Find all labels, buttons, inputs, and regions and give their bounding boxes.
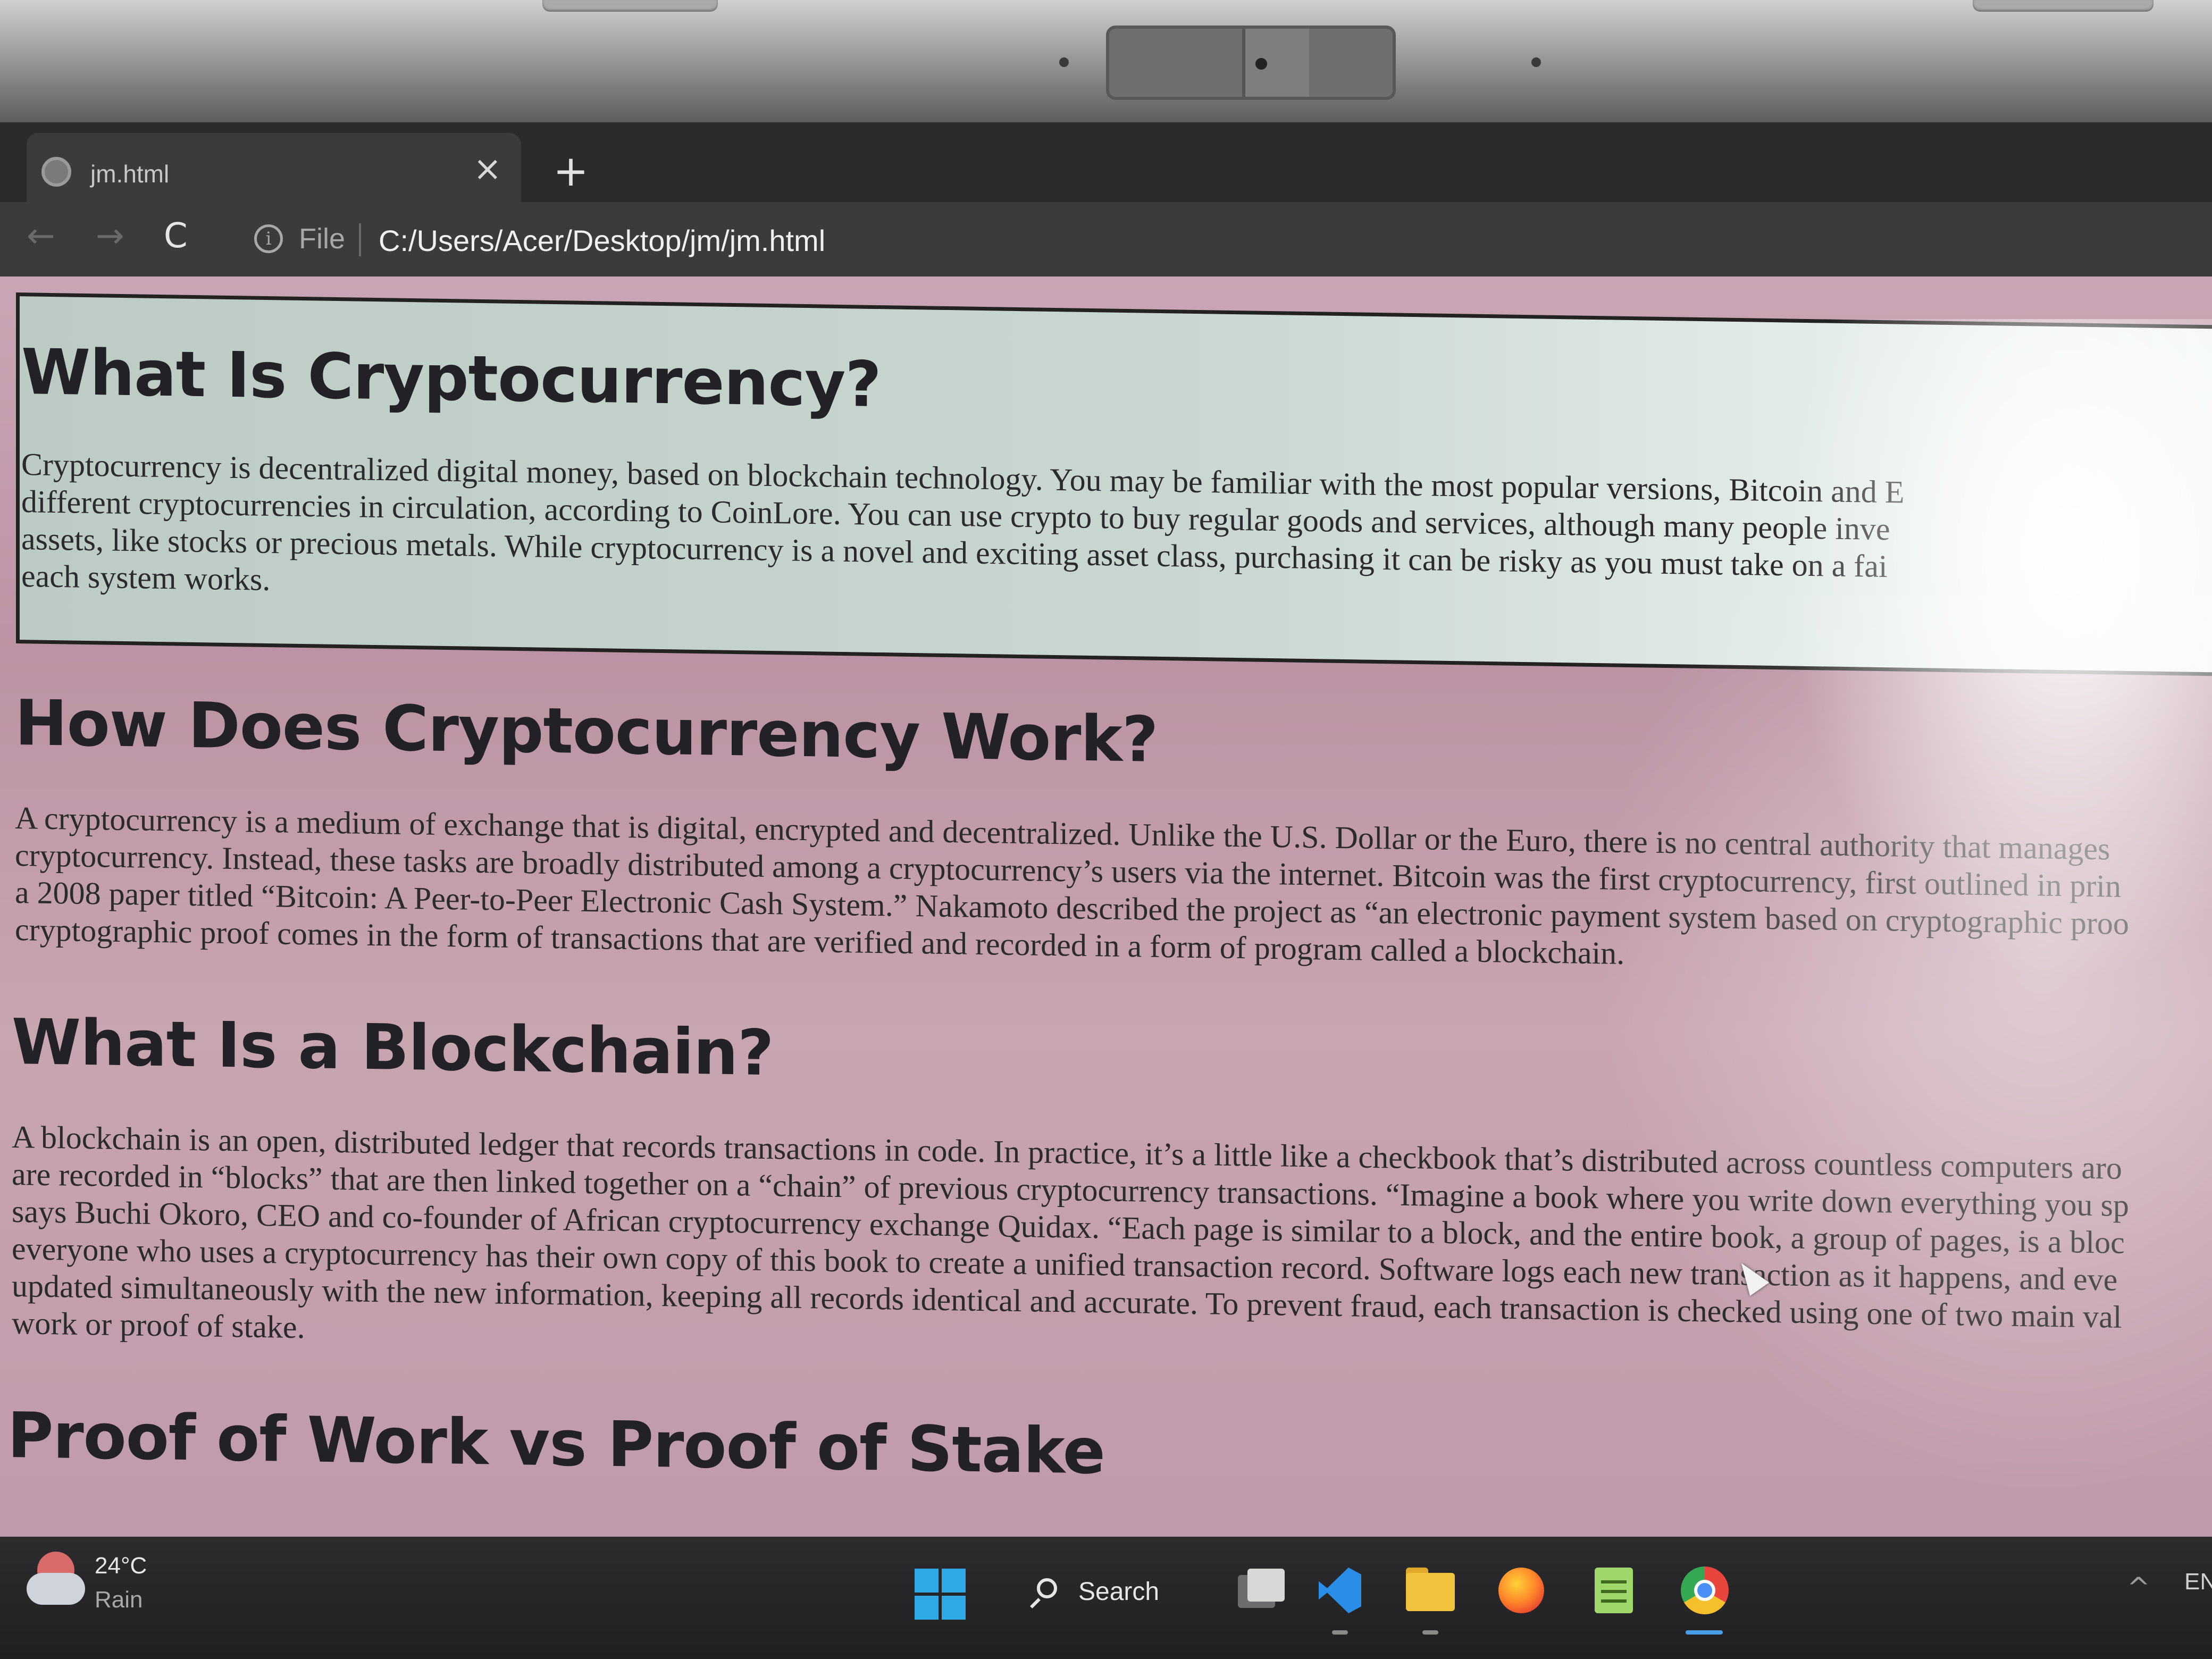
notepad-line-shape <box>1601 1580 1627 1583</box>
windows-logo-pane <box>942 1596 966 1620</box>
tab-bar: jm.html × + <box>0 122 2212 202</box>
bezel-hinge-right <box>1973 0 2154 12</box>
site-info-icon[interactable]: i <box>254 224 283 253</box>
file-explorer-icon[interactable] <box>1404 1563 1457 1616</box>
address-scheme-label: File <box>299 223 346 255</box>
app-running-indicator <box>1422 1630 1438 1635</box>
notepad-icon[interactable] <box>1587 1563 1640 1616</box>
browser-window: jm.html × + ← → C i File C:/Users/Acer/D… <box>0 122 2212 1537</box>
section-proof-of-work-vs-proof-of-stake: Proof of Work vs Proof of Stake <box>7 1398 2212 1506</box>
tab-title: jm.html <box>90 160 170 188</box>
windows-logo-pane <box>942 1569 966 1593</box>
webcam-lens-icon <box>1255 58 1267 70</box>
search-icon <box>1037 1578 1057 1598</box>
folder-body-shape <box>1406 1573 1455 1611</box>
taskbar: 24°C Rain Search ^ EN <box>0 1537 2212 1659</box>
browser-tab-active[interactable]: jm.html × <box>27 133 521 202</box>
microphone-icon <box>1531 57 1541 67</box>
weather-cloud-shape <box>27 1573 85 1605</box>
taskbar-search-button[interactable]: Search <box>1037 1569 1196 1620</box>
windows-logo-pane <box>915 1596 939 1620</box>
webcam-shutter <box>1242 29 1309 97</box>
webcam-icon <box>1106 26 1396 100</box>
tab-close-icon[interactable]: × <box>473 152 502 186</box>
chrome-icon[interactable] <box>1678 1563 1731 1616</box>
task-view-front-window <box>1247 1569 1285 1602</box>
bezel-hinge-left <box>542 0 718 12</box>
forward-button[interactable]: → <box>96 219 124 253</box>
notepad-line-shape <box>1601 1590 1627 1593</box>
section-how-does-cryptocurrency-work: How Does Cryptocurrency Work? A cryptocu… <box>15 686 2212 982</box>
app-running-indicator <box>1332 1630 1348 1635</box>
section-heading: Proof of Work vs Proof of Stake <box>7 1398 1105 1488</box>
search-label: Search <box>1078 1578 1160 1606</box>
browser-toolbar: ← → C i File C:/Users/Acer/Desktop/jm/jm… <box>0 202 2212 276</box>
windows-logo-pane <box>915 1569 939 1593</box>
address-separator <box>359 223 361 256</box>
vscode-logo-shape <box>1319 1568 1361 1613</box>
tab-favicon-icon <box>41 157 71 187</box>
windows-start-icon[interactable] <box>915 1569 966 1620</box>
new-tab-button[interactable]: + <box>553 150 589 192</box>
language-indicator[interactable]: EN <box>2184 1569 2212 1595</box>
notepad-line-shape <box>1601 1599 1627 1603</box>
firefox-icon[interactable] <box>1494 1563 1547 1616</box>
task-view-icon[interactable] <box>1234 1563 1287 1616</box>
app-active-indicator <box>1686 1630 1723 1635</box>
firefox-logo-shape <box>1498 1568 1544 1613</box>
address-bar[interactable]: C:/Users/Acer/Desktop/jm/jm.html <box>379 223 825 258</box>
weather-description[interactable]: Rain <box>95 1587 143 1613</box>
back-button[interactable]: ← <box>27 219 55 253</box>
microphone-icon <box>1059 57 1069 67</box>
section-what-is-cryptocurrency: What Is Cryptocurrency? Cryptocurrency i… <box>21 335 2212 629</box>
chrome-center-shape <box>1694 1580 1715 1601</box>
weather-rain-icon[interactable] <box>27 1552 85 1610</box>
vscode-icon[interactable] <box>1313 1563 1367 1616</box>
reload-button[interactable]: C <box>164 219 188 253</box>
section-what-is-a-blockchain: What Is a Blockchain? A blockchain is an… <box>12 1005 2212 1376</box>
tray-chevron-up-icon[interactable]: ^ <box>2127 1574 2150 1602</box>
weather-temperature[interactable]: 24°C <box>95 1553 147 1579</box>
page-content: What Is Cryptocurrency? Cryptocurrency i… <box>0 276 2212 1537</box>
laptop-bezel <box>0 0 2212 122</box>
